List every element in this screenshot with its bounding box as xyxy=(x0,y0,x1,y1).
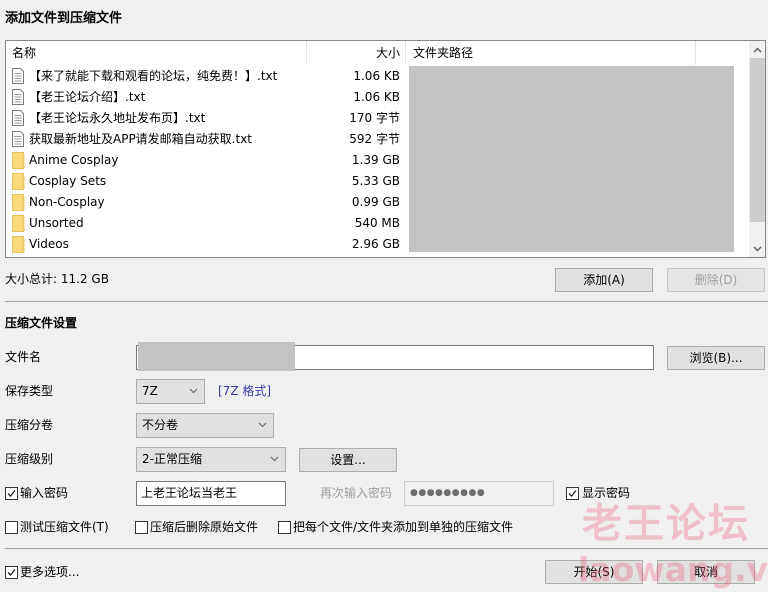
level-settings-button[interactable]: 设置... xyxy=(299,448,397,472)
password-checkbox[interactable] xyxy=(5,487,18,500)
redacted-filename xyxy=(138,342,295,371)
item-size: 2.96 GB xyxy=(351,237,400,251)
chevron-up-icon xyxy=(753,46,762,53)
item-size: 1.06 KB xyxy=(353,90,400,104)
add-button[interactable]: 添加(A) xyxy=(555,268,653,292)
chevron-down-icon xyxy=(189,388,198,394)
total-size: 大小总计: 11.2 GB xyxy=(5,269,109,289)
file-list[interactable]: 名称 大小 文件夹路径 【来了就能下载和观看的论坛，纯免费！】.txt 1.06 … xyxy=(5,40,766,258)
more-options-label[interactable]: 更多选项... xyxy=(20,562,79,582)
confirm-password-input[interactable]: ●●●●●●●●● xyxy=(404,481,554,506)
vertical-scrollbar[interactable] xyxy=(749,41,765,257)
settings-heading: 压缩文件设置 xyxy=(5,316,78,330)
show-password-label[interactable]: 显示密码 xyxy=(582,483,630,503)
test-archive-label[interactable]: 测试压缩文件(T) xyxy=(20,517,109,537)
format-label: 保存类型 xyxy=(5,384,54,398)
confirm-password-label: 再次输入密码 xyxy=(320,486,393,500)
confirm-password-value: ●●●●●●●●● xyxy=(410,488,486,498)
filename-label: 文件名 xyxy=(5,350,42,364)
item-name: Videos xyxy=(29,237,69,251)
more-options-checkbox[interactable] xyxy=(5,566,18,579)
folder-icon xyxy=(12,194,26,211)
item-name: 【老王论坛永久地址发布页】.txt xyxy=(29,111,206,125)
folder-icon xyxy=(12,152,26,169)
password-input[interactable]: 上老王论坛当老王 xyxy=(136,481,286,506)
text-file-icon xyxy=(12,68,26,85)
item-name: 【老王论坛介绍】.txt xyxy=(29,90,146,104)
scroll-down-button[interactable] xyxy=(749,240,765,257)
chevron-down-icon xyxy=(270,456,279,462)
item-name: 【来了就能下载和观看的论坛，纯免费！】.txt xyxy=(29,69,278,83)
checkmark-icon xyxy=(7,569,16,576)
level-selected: 2-正常压缩 xyxy=(142,452,202,466)
dialog-title: 添加文件到压缩文件 xyxy=(5,11,123,26)
folder-icon xyxy=(12,215,26,232)
text-file-icon xyxy=(12,110,26,127)
volume-selected: 不分卷 xyxy=(142,418,179,432)
chevron-down-icon xyxy=(258,422,267,428)
password-value: 上老王论坛当老王 xyxy=(141,486,238,500)
level-select[interactable]: 2-正常压缩 xyxy=(136,447,286,472)
format-selected: 7Z xyxy=(142,384,158,398)
folder-icon xyxy=(12,236,26,253)
item-name: Unsorted xyxy=(29,216,84,230)
item-size: 540 MB xyxy=(354,216,400,230)
total-size-value: 11.2 GB xyxy=(60,272,109,286)
show-password-checkbox[interactable] xyxy=(566,487,579,500)
folder-icon xyxy=(12,173,26,190)
browse-button[interactable]: 浏览(B)... xyxy=(667,346,765,370)
cancel-button[interactable]: 取消 xyxy=(657,560,755,584)
separator xyxy=(5,548,768,549)
start-button[interactable]: 开始(S) xyxy=(545,560,643,584)
total-size-label: 大小总计: xyxy=(5,272,58,286)
item-size: 5.33 GB xyxy=(351,174,400,188)
text-file-icon xyxy=(12,89,26,106)
item-size: 170 字节 xyxy=(349,111,400,125)
separate-archives-label[interactable]: 把每个文件/文件夹添加到单独的压缩文件 xyxy=(293,517,513,537)
scroll-up-button[interactable] xyxy=(749,41,765,58)
chevron-down-icon xyxy=(753,245,762,252)
item-size: 0.99 GB xyxy=(351,195,400,209)
delete-after-checkbox[interactable] xyxy=(135,521,148,534)
scroll-thumb[interactable] xyxy=(750,58,765,222)
redacted-path-area xyxy=(409,66,734,252)
level-label: 压缩级别 xyxy=(5,452,54,466)
item-name: Cosplay Sets xyxy=(29,174,107,188)
separate-archives-checkbox[interactable] xyxy=(278,521,291,534)
column-divider[interactable] xyxy=(695,41,696,65)
watermark-title: 老王论坛 xyxy=(582,501,750,547)
column-header-size[interactable]: 大小 xyxy=(306,41,400,65)
item-name: Non-Cosplay xyxy=(29,195,105,209)
item-size: 1.39 GB xyxy=(351,153,400,167)
item-size: 1.06 KB xyxy=(353,69,400,83)
format-select[interactable]: 7Z xyxy=(136,379,205,404)
format-info: [7Z 格式] xyxy=(218,384,272,398)
item-name: 获取最新地址及APP请发邮箱自动获取.txt xyxy=(29,132,253,146)
column-divider[interactable] xyxy=(405,41,406,65)
column-header-name[interactable]: 名称 xyxy=(12,41,36,65)
password-checkbox-label[interactable]: 输入密码 xyxy=(20,483,68,503)
delete-after-label[interactable]: 压缩后删除原始文件 xyxy=(150,517,258,537)
volume-select[interactable]: 不分卷 xyxy=(136,413,274,438)
volume-label: 压缩分卷 xyxy=(5,418,54,432)
item-size: 592 字节 xyxy=(349,132,400,146)
text-file-icon xyxy=(12,131,26,148)
item-name: Anime Cosplay xyxy=(29,153,119,167)
checkmark-icon xyxy=(568,490,577,497)
column-header-path[interactable]: 文件夹路径 xyxy=(413,41,473,65)
checkmark-icon xyxy=(7,490,16,497)
separator xyxy=(5,301,768,302)
test-archive-checkbox[interactable] xyxy=(5,521,18,534)
delete-button[interactable]: 删除(D) xyxy=(667,268,765,292)
